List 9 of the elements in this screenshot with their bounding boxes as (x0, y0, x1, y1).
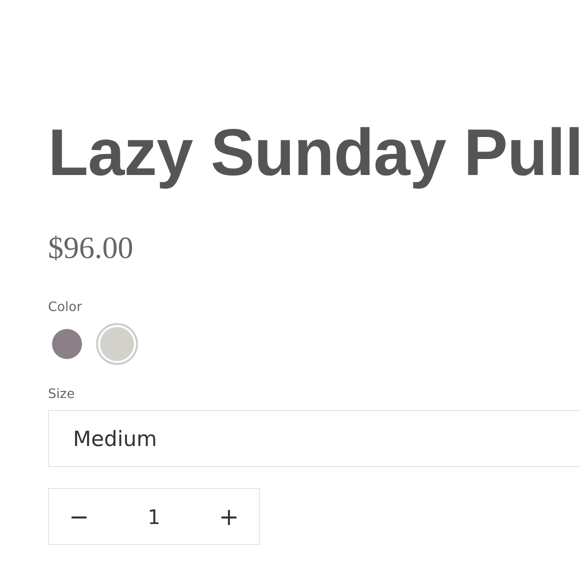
decrease-button[interactable]: − (61, 502, 98, 530)
product-title: Lazy Sunday Pull (48, 114, 580, 191)
size-select[interactable]: Medium (48, 410, 580, 467)
size-label: Size (48, 387, 75, 402)
quantity-value[interactable]: 1 (148, 504, 160, 528)
product-price: $96.00 (48, 230, 134, 266)
color-label: Color (48, 300, 82, 315)
increase-button[interactable]: + (210, 502, 247, 530)
color-swatch[interactable] (96, 323, 138, 365)
